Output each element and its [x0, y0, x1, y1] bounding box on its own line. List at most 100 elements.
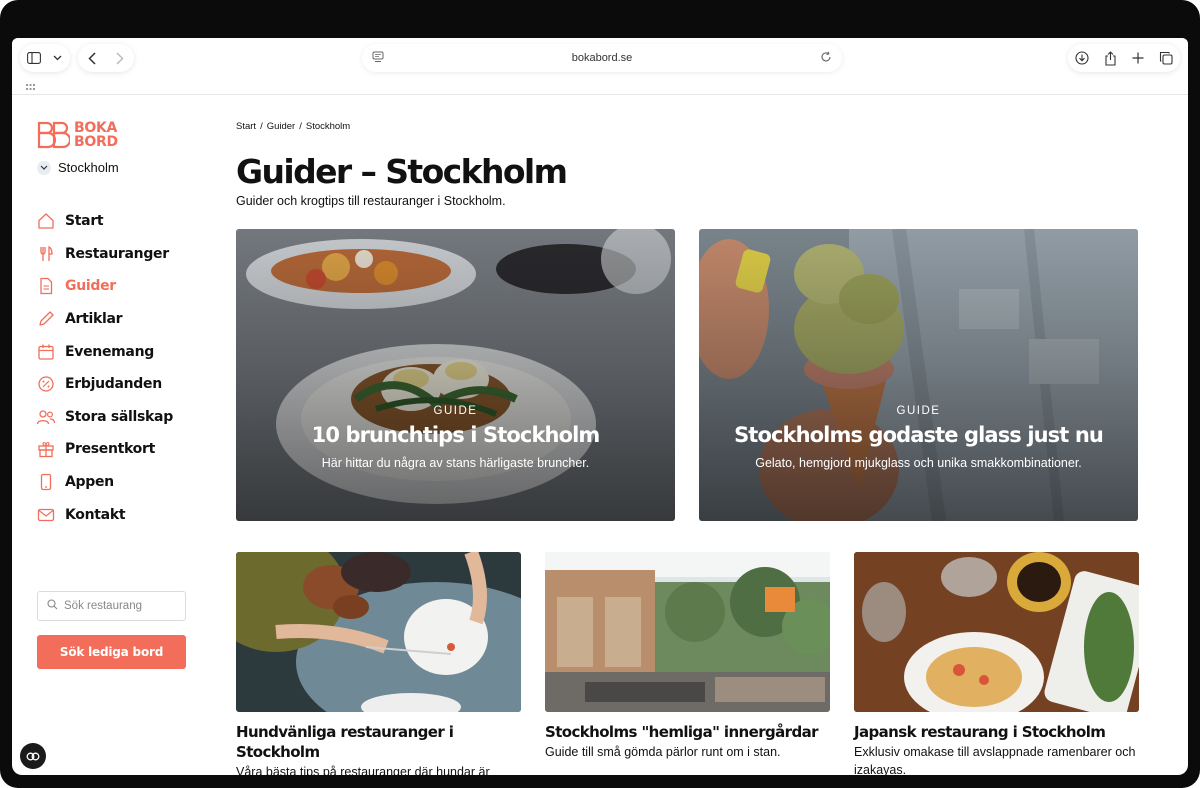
nav-item-stora-sallskap[interactable]: Stora sällskap — [36, 401, 173, 434]
group-icon — [36, 407, 56, 427]
card-title: Japansk restaurang i Stockholm — [854, 723, 1106, 741]
card-title: Hundvänliga restauranger i Stockholm — [236, 723, 454, 761]
nav-item-label: Artiklar — [65, 311, 123, 328]
nav-item-guider[interactable]: Guider — [36, 270, 173, 303]
chevron-down-icon — [37, 160, 51, 175]
nav-item-restauranger[interactable]: Restauranger — [36, 238, 173, 271]
card-image — [854, 552, 1139, 712]
dog-restaurant-photo — [236, 552, 521, 712]
breadcrumb-separator: / — [299, 121, 302, 132]
card-image — [236, 552, 521, 712]
url-text: bokabord.se — [571, 52, 633, 64]
nav-item-label: Guider — [65, 278, 116, 295]
browser-window: bokabord.se BOKA BORD Stockholm Start Re… — [12, 38, 1188, 775]
address-bar[interactable]: bokabord.se — [362, 44, 842, 72]
download-icon[interactable] — [1068, 44, 1096, 72]
site-sidebar: BOKA BORD Stockholm Start Restauranger G… — [12, 95, 212, 775]
calendar-icon — [36, 342, 56, 362]
nav-item-start[interactable]: Start — [36, 205, 173, 238]
back-icon[interactable] — [78, 44, 106, 72]
card-description: Exklusiv omakase till avslappnade ramenb… — [854, 745, 1136, 775]
logo-line-2: BORD — [74, 134, 118, 150]
featured-guide-card[interactable]: GUIDE 10 brunchtips i Stockholm Här hitt… — [236, 229, 675, 521]
nav-item-label: Kontakt — [65, 506, 126, 523]
browser-toolbar: bokabord.se — [12, 38, 1188, 95]
page-subtitle: Guider och krogtips till restauranger i … — [236, 194, 506, 208]
nav-item-label: Evenemang — [65, 343, 154, 360]
featured-guide-description: Gelato, hemgjord mjukglass och unika sma… — [755, 456, 1082, 470]
guide-tag: GUIDE — [433, 405, 478, 417]
breadcrumb-guider[interactable]: Guider — [267, 121, 296, 132]
main-content: Start / Guider / Stockholm Guider – Stoc… — [236, 95, 1146, 775]
featured-guide-text: GUIDE Stockholms godaste glass just nu G… — [699, 405, 1138, 470]
image-overlay — [699, 229, 1138, 521]
guide-card[interactable]: Japansk restaurang i Stockholm Exklusiv … — [854, 552, 1139, 775]
gift-icon — [36, 439, 56, 459]
find-tables-button[interactable]: Sök lediga bord — [37, 635, 186, 669]
nav-item-label: Appen — [65, 474, 114, 491]
nav-item-label: Start — [65, 213, 104, 230]
breadcrumb-current: Stockholm — [305, 121, 351, 132]
nav-item-kontakt[interactable]: Kontakt — [36, 498, 173, 531]
pencil-icon — [36, 309, 56, 329]
page-title: Guider – Stockholm — [236, 152, 568, 191]
bokabord-logo[interactable]: BOKA BORD — [36, 121, 118, 149]
featured-guide-description: Här hittar du några av stans härligaste … — [321, 456, 590, 470]
city-label: Stockholm — [58, 160, 119, 175]
nav-item-evenemang[interactable]: Evenemang — [36, 335, 173, 368]
share-icon[interactable] — [1096, 44, 1124, 72]
sidebar-toggle-group[interactable] — [20, 44, 70, 72]
nav-item-label: Stora sällskap — [65, 408, 173, 425]
card-description: Våra bästa tips på restauranger där hund… — [236, 765, 490, 775]
featured-guide-title: 10 brunchtips i Stockholm — [311, 423, 601, 447]
restaurant-search-input[interactable]: Sök restaurang — [37, 591, 186, 621]
nav-item-artiklar[interactable]: Artiklar — [36, 303, 173, 336]
forward-icon[interactable] — [106, 44, 134, 72]
new-tab-icon[interactable] — [1124, 44, 1152, 72]
japanese-food-photo — [854, 552, 1139, 712]
cookie-icon — [26, 752, 40, 760]
featured-guide-title: Stockholms godaste glass just nu — [734, 423, 1104, 447]
toolbar-actions — [1068, 44, 1180, 72]
bokabord-logo-mark — [37, 121, 70, 149]
card-image — [545, 552, 830, 712]
tab-overview-icon[interactable] — [26, 78, 35, 96]
nav-item-appen[interactable]: Appen — [36, 466, 173, 499]
mail-icon — [36, 505, 56, 525]
search-placeholder: Sök restaurang — [64, 600, 142, 612]
tabs-icon[interactable] — [1152, 44, 1180, 72]
image-overlay — [236, 229, 675, 521]
featured-guide-text: GUIDE 10 brunchtips i Stockholm Här hitt… — [236, 405, 675, 470]
breadcrumb-start[interactable]: Start — [236, 121, 256, 132]
city-selector[interactable]: Stockholm — [37, 160, 119, 175]
breadcrumb: Start / Guider / Stockholm — [236, 121, 350, 132]
card-title: Stockholms "hemliga" innergårdar — [545, 723, 819, 741]
nav-item-label: Presentkort — [65, 441, 155, 458]
percent-icon — [36, 374, 56, 394]
reader-icon[interactable] — [372, 51, 384, 66]
phone-icon — [36, 472, 56, 492]
reload-icon[interactable] — [820, 51, 832, 66]
search-icon — [47, 599, 58, 613]
device-frame: bokabord.se BOKA BORD Stockholm Start Re… — [0, 0, 1200, 788]
featured-guide-card[interactable]: GUIDE Stockholms godaste glass just nu G… — [699, 229, 1138, 521]
history-nav — [78, 44, 134, 72]
cookie-settings-button[interactable] — [20, 743, 46, 769]
card-description: Guide till små gömda pärlor runt om i st… — [545, 745, 781, 759]
nav-item-label: Restauranger — [65, 245, 169, 262]
guide-tag: GUIDE — [896, 405, 941, 417]
logo-line-1: BOKA — [74, 120, 118, 136]
breadcrumb-separator: / — [260, 121, 263, 132]
guide-card[interactable]: Hundvänliga restauranger i Stockholm Vår… — [236, 552, 521, 775]
nav-item-label: Erbjudanden — [65, 376, 162, 393]
nav-item-presentkort[interactable]: Presentkort — [36, 433, 173, 466]
logo-wordmark: BOKA BORD — [74, 121, 118, 149]
sidebar-icon[interactable] — [20, 44, 48, 72]
main-nav: Start Restauranger Guider Artiklar Evene… — [36, 205, 173, 531]
guide-card[interactable]: Stockholms "hemliga" innergårdar Guide t… — [545, 552, 830, 761]
home-icon — [36, 211, 56, 231]
cutlery-icon — [36, 244, 56, 264]
nav-item-erbjudanden[interactable]: Erbjudanden — [36, 368, 173, 401]
chevron-down-icon[interactable] — [48, 44, 66, 72]
courtyard-photo — [545, 552, 830, 712]
